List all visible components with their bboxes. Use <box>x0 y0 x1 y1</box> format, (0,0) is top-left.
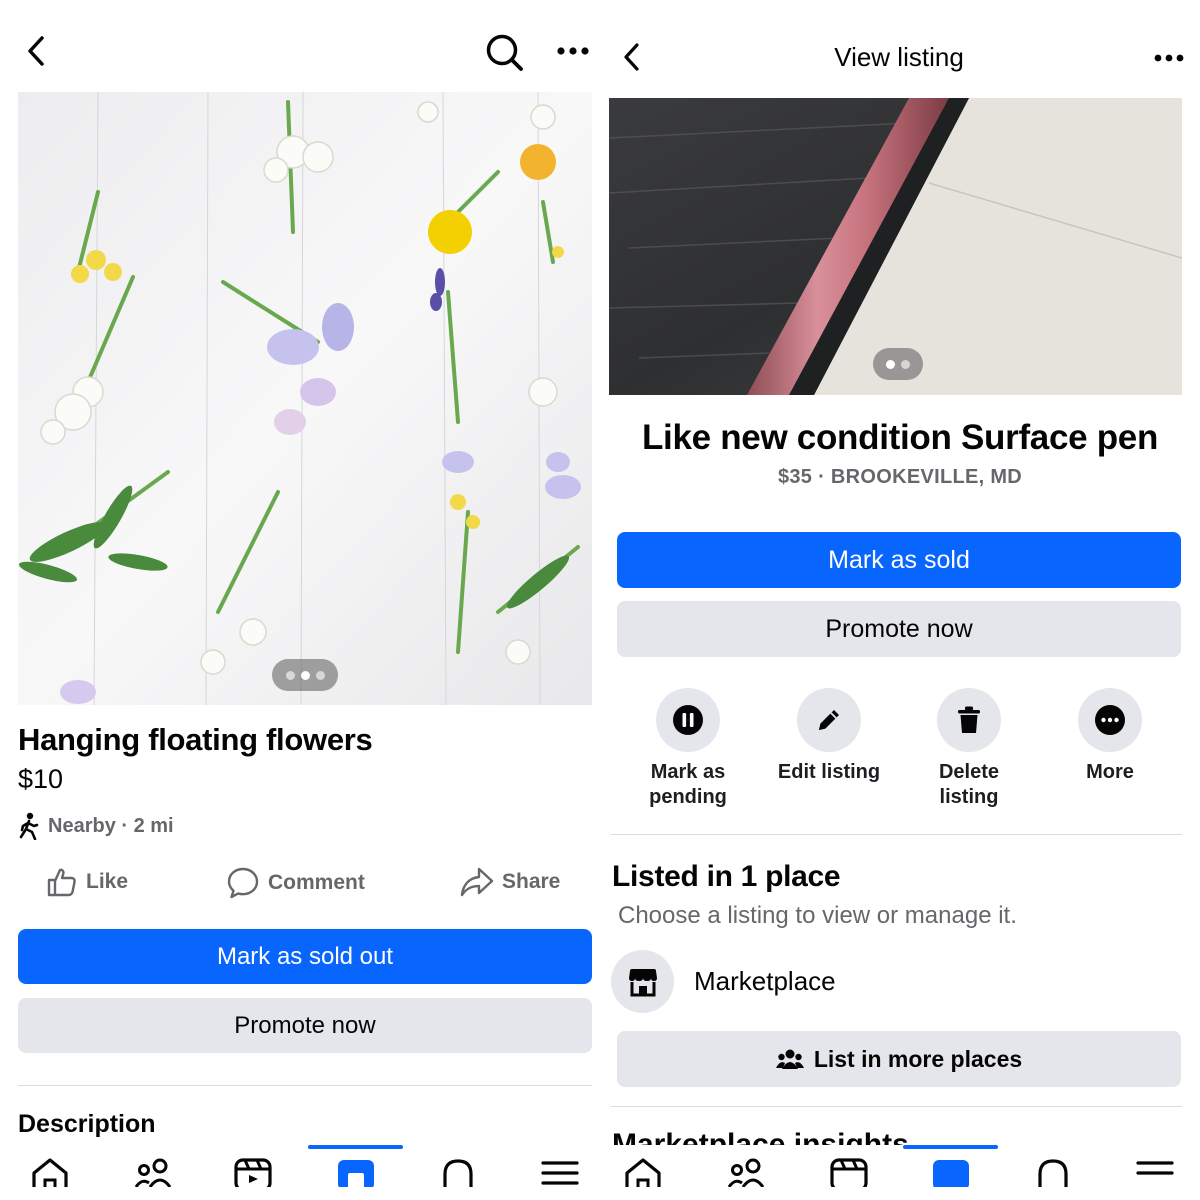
mark-sold-out-button[interactable]: Mark as sold out <box>18 929 592 984</box>
tab-friends[interactable] <box>133 1157 173 1197</box>
search-icon <box>486 34 523 71</box>
marketplace-icon-circle <box>611 950 674 1013</box>
menu-icon <box>541 1161 579 1185</box>
more-horizontal-icon <box>557 47 589 55</box>
marketplace-icon <box>338 1160 374 1187</box>
tab-marketplace[interactable] <box>336 1157 376 1197</box>
video-icon <box>830 1158 868 1187</box>
section-divider <box>18 1085 592 1086</box>
tab-menu[interactable] <box>540 1157 580 1197</box>
delete-listing-action[interactable]: Delete listing <box>899 688 1039 810</box>
listing-title: Like new condition Surface pen <box>641 418 1159 457</box>
chevron-left-icon <box>28 36 44 66</box>
trash-icon <box>958 706 980 733</box>
tab-marketplace[interactable] <box>931 1157 971 1197</box>
more-action[interactable]: More <box>1040 688 1180 785</box>
distance-text: Nearby · 2 mi <box>48 814 174 837</box>
like-label: Like <box>86 870 129 893</box>
marketplace-row[interactable]: Marketplace <box>611 950 836 1013</box>
comment-button[interactable]: Comment <box>226 866 365 900</box>
like-button[interactable]: Like <box>46 866 128 898</box>
active-tab-indicator <box>308 1145 403 1149</box>
mark-pending-circle <box>656 688 720 752</box>
listing-photo[interactable] <box>18 92 592 705</box>
listing-price: $10 <box>18 764 64 794</box>
more-options-button[interactable] <box>1149 44 1189 72</box>
listed-heading: Listed in 1 place <box>612 860 841 893</box>
list-in-more-places-button[interactable]: List in more places <box>617 1031 1181 1087</box>
comment-icon <box>227 867 259 899</box>
more-horizontal-icon <box>1154 54 1184 62</box>
edit-listing-circle <box>797 688 861 752</box>
video-icon <box>234 1158 272 1187</box>
listing-photo[interactable] <box>609 98 1182 395</box>
friends-icon <box>727 1158 765 1187</box>
right-view-listing-screen: View listing Like new condition Surface … <box>605 0 1200 1200</box>
tab-video[interactable] <box>829 1157 869 1197</box>
tab-notifications[interactable] <box>1033 1157 1073 1197</box>
listing-title: Hanging floating flowers <box>18 722 373 757</box>
more-options-button[interactable] <box>552 36 594 66</box>
page-title: View listing <box>834 42 964 72</box>
mark-as-pending-action[interactable]: Mark as pending <box>618 688 758 810</box>
description-heading: Description <box>18 1110 156 1138</box>
bell-icon <box>1038 1159 1068 1187</box>
pencil-icon <box>819 710 839 730</box>
bottom-tab-bar <box>0 1145 605 1200</box>
tab-menu[interactable] <box>1135 1157 1175 1197</box>
listed-subtext: Choose a listing to view or manage it. <box>618 902 1017 929</box>
search-button[interactable] <box>482 30 526 74</box>
thumbs-up-icon <box>47 868 76 897</box>
price-location: $35 · BROOKEVILLE, MD <box>777 466 1023 488</box>
action-label: Mark as pending <box>649 761 727 808</box>
left-listing-screen: Hanging floating flowers $10 Nearby · 2 … <box>0 0 605 1200</box>
share-icon <box>460 867 494 897</box>
delete-listing-circle <box>937 688 1001 752</box>
action-label: Delete listing <box>938 761 1000 808</box>
promote-now-button[interactable]: Promote now <box>617 601 1181 657</box>
walking-person-icon <box>19 812 39 840</box>
marketplace-icon <box>933 1160 969 1187</box>
list-more-label: List in more places <box>813 1045 1023 1072</box>
tab-home[interactable] <box>623 1157 663 1197</box>
pause-icon <box>673 705 703 735</box>
menu-icon <box>1136 1161 1174 1175</box>
tab-notifications[interactable] <box>438 1157 478 1197</box>
tab-video[interactable] <box>233 1157 273 1197</box>
storefront-icon <box>628 968 657 996</box>
marketplace-label: Marketplace <box>694 966 836 996</box>
photo-pager-indicator <box>272 659 338 691</box>
bottom-tab-bar <box>605 1145 1200 1200</box>
share-label: Share <box>502 870 561 893</box>
friends-icon <box>134 1158 172 1187</box>
active-tab-indicator <box>903 1145 998 1149</box>
mark-as-sold-button[interactable]: Mark as sold <box>617 532 1181 588</box>
edit-listing-action[interactable]: Edit listing <box>759 688 899 785</box>
photo-pager-indicator <box>873 348 923 380</box>
group-icon <box>775 1049 804 1069</box>
share-button[interactable]: Share <box>460 866 560 898</box>
comment-label: Comment <box>268 871 365 894</box>
promote-now-button[interactable]: Promote now <box>18 998 592 1053</box>
action-label: More <box>1086 761 1134 783</box>
flowers-image <box>18 92 592 705</box>
more-circle <box>1078 688 1142 752</box>
section-divider <box>611 1106 1182 1107</box>
tab-friends[interactable] <box>726 1157 766 1197</box>
home-icon <box>32 1158 68 1187</box>
listing-distance: Nearby · 2 mi <box>18 812 174 840</box>
section-divider <box>611 834 1182 835</box>
back-button[interactable] <box>18 32 54 70</box>
home-icon <box>625 1158 661 1187</box>
bell-icon <box>443 1159 473 1187</box>
action-label: Edit listing <box>777 761 881 783</box>
tab-home[interactable] <box>30 1157 70 1197</box>
more-circle-icon <box>1095 705 1125 735</box>
